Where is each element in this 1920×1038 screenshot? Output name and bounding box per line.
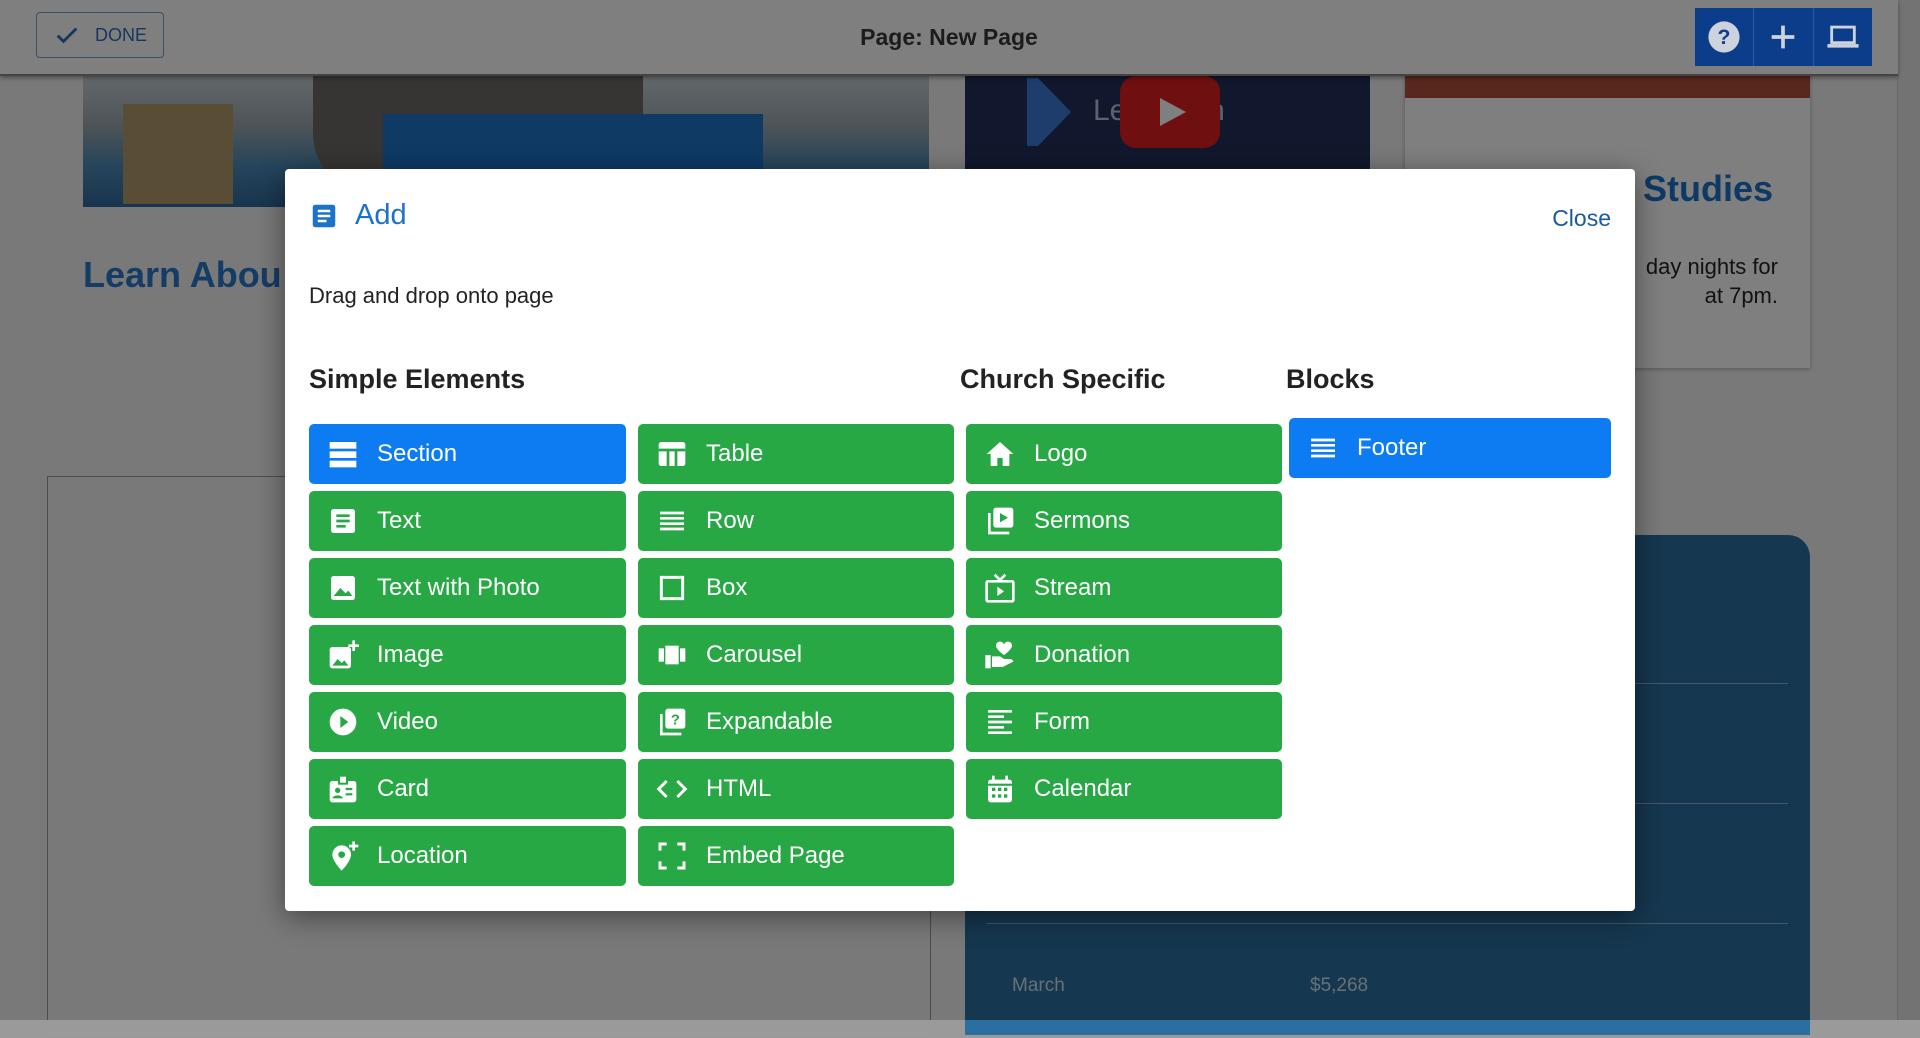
element-sermons-button[interactable]: Sermons bbox=[966, 491, 1282, 551]
calendar-icon bbox=[988, 775, 1012, 803]
element-video-button[interactable]: Video bbox=[309, 692, 626, 752]
card-icon bbox=[329, 774, 357, 803]
close-button[interactable]: Close bbox=[1552, 205, 1611, 232]
text-icon bbox=[331, 509, 355, 533]
element-label: Footer bbox=[1357, 434, 1427, 461]
box-icon bbox=[659, 575, 685, 601]
add-elements-dialog: Add Close Drag and drop onto page Simple… bbox=[285, 169, 1635, 911]
element-label: Embed Page bbox=[706, 842, 845, 869]
element-location-button[interactable]: Location bbox=[309, 826, 626, 886]
dialog-title: Add bbox=[355, 199, 407, 231]
table-icon bbox=[658, 442, 686, 466]
element-label: Row bbox=[706, 507, 755, 534]
element-text-button[interactable]: Text bbox=[309, 491, 626, 551]
element-text-with-photo-button[interactable]: Text with Photo bbox=[309, 558, 626, 618]
stream-icon bbox=[985, 573, 1015, 603]
element-embed-page-button[interactable]: Embed Page bbox=[638, 826, 954, 886]
simple-elements-heading: Simple Elements bbox=[309, 364, 526, 394]
element-card-button[interactable]: Card bbox=[309, 759, 626, 819]
editor-tools: ? bbox=[1695, 8, 1872, 66]
blocks-heading: Blocks bbox=[1286, 364, 1375, 394]
element-label: Form bbox=[1034, 708, 1090, 735]
element-label: Card bbox=[377, 775, 430, 802]
section-icon bbox=[329, 442, 357, 468]
church-specific-heading: Church Specific bbox=[960, 364, 1166, 394]
editor-topbar: DONE Page: New Page ? bbox=[0, 0, 1898, 76]
add-icon bbox=[1772, 25, 1795, 49]
element-table-button[interactable]: Table bbox=[638, 424, 954, 484]
laptop-icon bbox=[1827, 25, 1859, 48]
element-row-button[interactable]: Row bbox=[638, 491, 954, 551]
add-button[interactable] bbox=[1754, 8, 1814, 66]
element-label: Section bbox=[377, 440, 458, 467]
sermons-icon bbox=[988, 507, 1014, 535]
element-label: Image bbox=[377, 641, 444, 668]
element-label: Stream bbox=[1034, 574, 1112, 601]
element-label: HTML bbox=[706, 775, 772, 802]
element-label: Calendar bbox=[1034, 775, 1132, 802]
element-label: Logo bbox=[1034, 440, 1088, 467]
element-label: Video bbox=[377, 708, 438, 735]
embed-icon bbox=[658, 842, 686, 870]
row-icon bbox=[660, 511, 684, 531]
block-footer-button[interactable]: Footer bbox=[1289, 418, 1611, 478]
carousel-icon bbox=[658, 645, 686, 665]
element-form-button[interactable]: Form bbox=[966, 692, 1282, 752]
element-html-button[interactable]: HTML bbox=[638, 759, 954, 819]
code-icon bbox=[656, 779, 688, 799]
donation-icon bbox=[985, 641, 1014, 669]
device-preview-button[interactable] bbox=[1814, 8, 1872, 66]
element-donation-button[interactable]: Donation bbox=[966, 625, 1282, 685]
form-icon bbox=[988, 710, 1012, 734]
page-title: Page: New Page bbox=[860, 24, 1038, 50]
photo-icon bbox=[331, 576, 355, 600]
element-label: Carousel bbox=[706, 641, 803, 668]
element-expandable-button[interactable]: ? Expandable bbox=[638, 692, 954, 752]
element-logo-button[interactable]: Logo bbox=[966, 424, 1282, 484]
element-section-button[interactable]: Section bbox=[309, 424, 626, 484]
dialog-header: Add bbox=[309, 199, 407, 232]
element-label: Text with Photo bbox=[377, 574, 540, 601]
document-icon bbox=[312, 204, 336, 227]
element-label: Donation bbox=[1034, 641, 1131, 668]
location-icon bbox=[332, 841, 359, 871]
element-stream-button[interactable]: Stream bbox=[966, 558, 1282, 618]
element-carousel-button[interactable]: Carousel bbox=[638, 625, 954, 685]
svg-text:?: ? bbox=[1718, 25, 1731, 49]
play-icon bbox=[329, 708, 357, 736]
footer-icon bbox=[1311, 438, 1335, 458]
element-image-button[interactable]: Image bbox=[309, 625, 626, 685]
dialog-instructions: Drag and drop onto page bbox=[309, 283, 554, 308]
home-icon bbox=[986, 442, 1014, 466]
add-image-icon bbox=[329, 640, 359, 669]
expandable-icon: ? bbox=[660, 708, 686, 736]
element-label: Box bbox=[706, 574, 748, 601]
element-label: Table bbox=[706, 440, 764, 467]
help-button[interactable]: ? bbox=[1695, 8, 1755, 66]
element-box-button[interactable]: Box bbox=[638, 558, 954, 618]
element-label: Text bbox=[377, 507, 422, 534]
element-label: Location bbox=[377, 842, 468, 869]
element-label: Sermons bbox=[1034, 507, 1131, 534]
help-icon: ? bbox=[1708, 21, 1740, 53]
element-calendar-button[interactable]: Calendar bbox=[966, 759, 1282, 819]
svg-text:?: ? bbox=[671, 713, 680, 729]
element-label: Expandable bbox=[706, 708, 833, 735]
